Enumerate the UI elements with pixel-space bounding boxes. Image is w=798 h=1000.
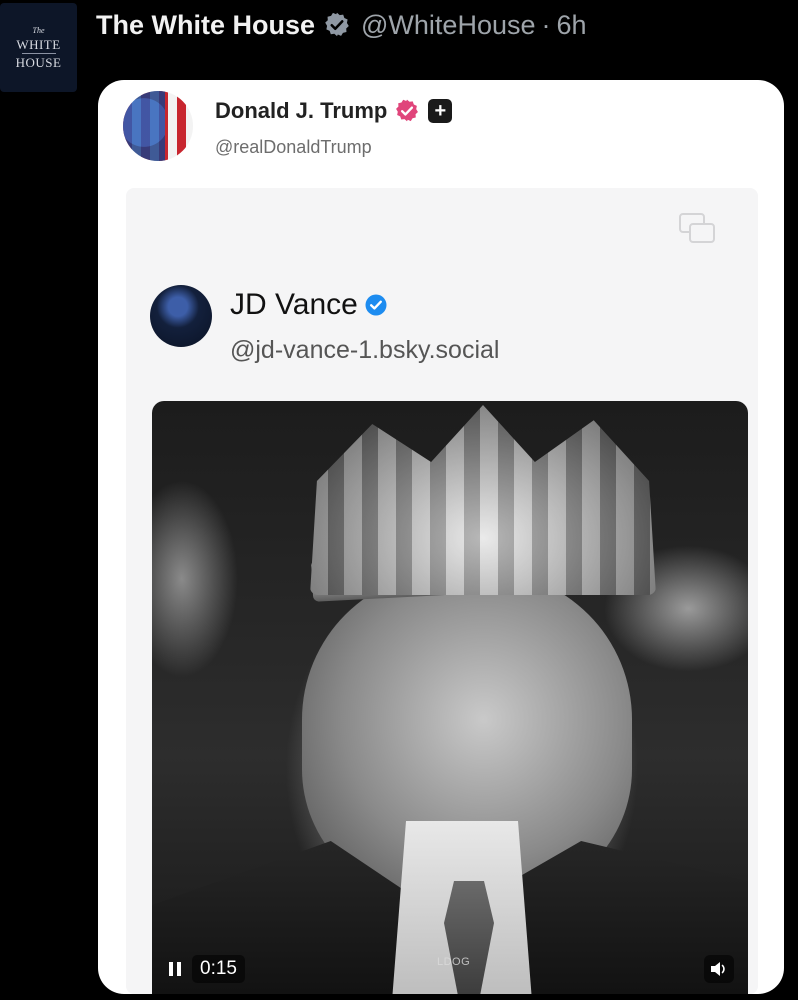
quoted-post-card[interactable]: Donald J. Trump + @realDonaldTrump JD Va… xyxy=(98,80,784,994)
video-crown xyxy=(310,405,656,595)
avatar-logo-line1: WHITE xyxy=(16,36,61,52)
post-header: The White House @WhiteHouse · 6h xyxy=(96,6,587,44)
verified-badge-icon xyxy=(323,11,351,39)
white-house-avatar[interactable]: The WHITE HOUSE xyxy=(0,3,77,92)
quoted-author-handle[interactable]: @realDonaldTrump xyxy=(215,137,372,158)
trump-avatar[interactable] xyxy=(123,91,193,161)
author-name[interactable]: The White House xyxy=(96,10,315,41)
nested-author-name[interactable]: JD Vance xyxy=(230,288,358,322)
copy-icon[interactable] xyxy=(678,212,718,251)
volume-icon[interactable] xyxy=(704,955,734,983)
nested-post[interactable]: JD Vance @jd-vance-1.bsky.social LDOG 0:… xyxy=(126,188,758,994)
author-handle[interactable]: @WhiteHouse xyxy=(361,10,535,41)
video-controls: 0:15 xyxy=(152,952,748,986)
verified-badge-pink-icon xyxy=(394,98,420,124)
nested-author-row: JD Vance xyxy=(230,288,388,322)
post-timestamp[interactable]: 6h xyxy=(557,10,587,41)
nested-author-handle[interactable]: @jd-vance-1.bsky.social xyxy=(230,336,499,365)
avatar-flag-overlay xyxy=(123,91,165,161)
separator-dot: · xyxy=(541,9,551,40)
quoted-author-name[interactable]: Donald J. Trump xyxy=(215,98,387,124)
video-time: 0:15 xyxy=(192,955,245,983)
avatar-logo-the: The xyxy=(32,25,45,35)
quoted-author-row: Donald J. Trump + xyxy=(215,98,453,124)
pause-icon[interactable] xyxy=(162,956,188,982)
vance-avatar[interactable] xyxy=(150,285,212,347)
plus-badge-icon: + xyxy=(428,99,453,123)
avatar-logo-line2: HOUSE xyxy=(15,54,62,70)
verified-badge-blue-icon xyxy=(364,293,388,317)
video-player[interactable]: LDOG 0:15 xyxy=(152,401,748,994)
avatar-logo-rule xyxy=(21,52,56,54)
